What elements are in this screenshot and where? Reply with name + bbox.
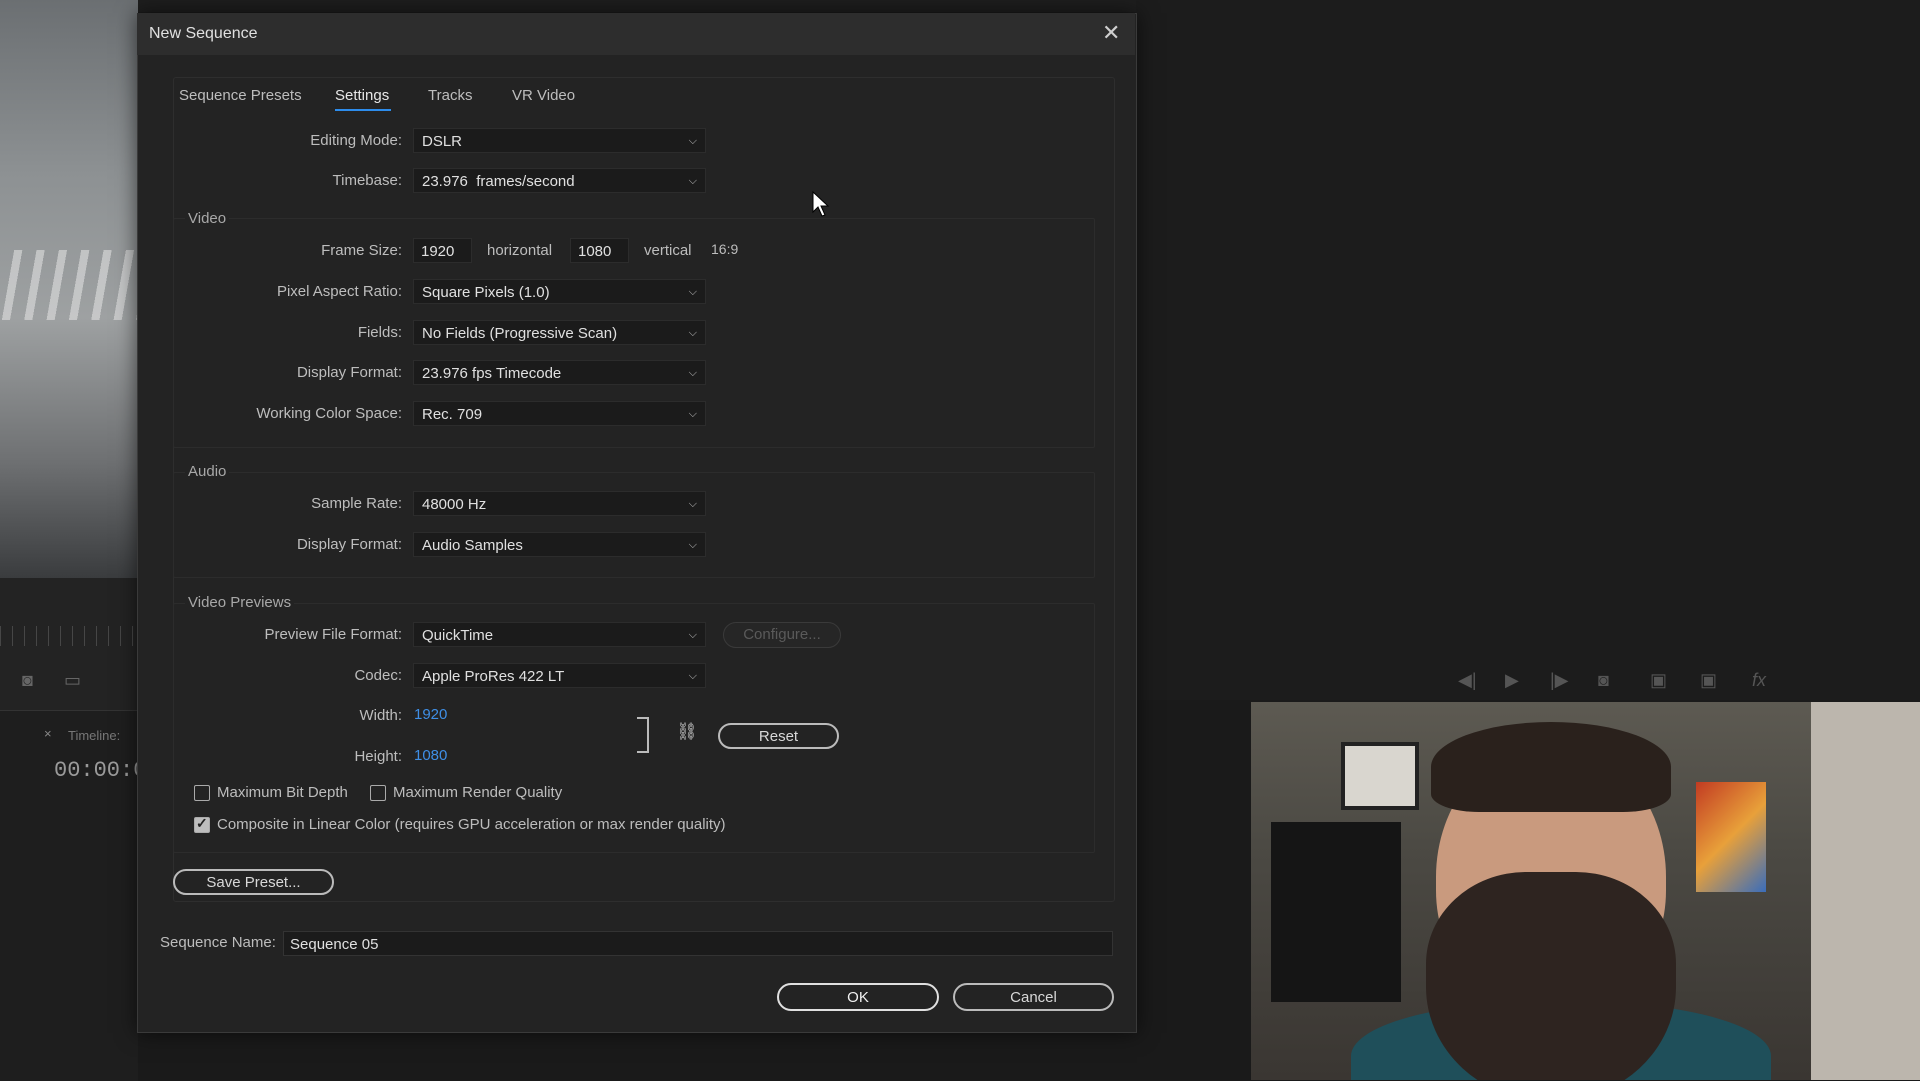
audio-display-format-label: Display Format:	[296, 536, 402, 553]
chevron-down-icon: ⌵	[688, 175, 697, 187]
pixel-aspect-label: Pixel Aspect Ratio:	[276, 283, 402, 300]
webcam-overlay	[1251, 702, 1920, 1080]
fx-icon[interactable]: fx	[1752, 670, 1766, 691]
preview-width-value[interactable]: 1920	[414, 706, 447, 723]
sample-rate-dropdown[interactable]: 48000 Hz ⌵	[413, 491, 706, 516]
tab-vr-video[interactable]: VR Video	[512, 87, 575, 104]
editing-mode-dropdown[interactable]: DSLR ⌵	[413, 128, 706, 153]
program-camera-icon[interactable]: ◙	[1598, 670, 1609, 691]
preview-format-label: Preview File Format:	[264, 626, 402, 643]
max-render-quality-label: Maximum Render Quality	[393, 784, 563, 801]
chevron-down-icon: ⌵	[688, 135, 697, 147]
source-monitor-video	[0, 0, 138, 578]
close-icon[interactable]: ✕	[1102, 20, 1120, 46]
editing-mode-label: Editing Mode:	[310, 132, 402, 149]
codec-dropdown[interactable]: Apple ProRes 422 LT ⌵	[413, 663, 706, 688]
step-forward-icon[interactable]: |▶	[1550, 670, 1569, 691]
cancel-button[interactable]: Cancel	[953, 983, 1114, 1011]
audio-group	[173, 472, 1095, 578]
link-bracket-icon	[637, 717, 649, 753]
tab-sequence-presets[interactable]: Sequence Presets	[179, 87, 302, 104]
play-icon[interactable]: ▶	[1505, 670, 1519, 691]
chevron-down-icon: ⌵	[688, 539, 697, 551]
timebase-dropdown[interactable]: 23.976 frames/second ⌵	[413, 168, 706, 193]
preview-height-label: Height:	[354, 748, 402, 765]
preview-format-dropdown[interactable]: QuickTime ⌵	[413, 622, 706, 647]
ok-button[interactable]: OK	[777, 983, 939, 1011]
max-bit-depth-checkbox[interactable]	[194, 785, 210, 801]
color-space-label: Working Color Space:	[256, 405, 402, 422]
chevron-down-icon: ⌵	[688, 670, 697, 682]
chevron-down-icon: ⌵	[688, 498, 697, 510]
fields-dropdown[interactable]: No Fields (Progressive Scan) ⌵	[413, 320, 706, 345]
color-space-dropdown[interactable]: Rec. 709 ⌵	[413, 401, 706, 426]
chevron-down-icon: ⌵	[688, 327, 697, 339]
export-frame-icon[interactable]: ▭	[64, 670, 81, 691]
max-render-quality-checkbox[interactable]	[370, 785, 386, 801]
configure-button[interactable]: Configure...	[723, 622, 841, 648]
pixel-aspect-dropdown[interactable]: Square Pixels (1.0) ⌵	[413, 279, 706, 304]
vertical-label: vertical	[644, 242, 692, 259]
video-previews-group-title: Video Previews	[185, 594, 295, 611]
active-tab-indicator	[335, 109, 391, 111]
dialog-titlebar[interactable]	[137, 13, 1135, 55]
tab-settings[interactable]: Settings	[335, 87, 389, 104]
chevron-down-icon: ⌵	[688, 629, 697, 641]
video-display-format-label: Display Format:	[296, 364, 402, 381]
chain-link-icon[interactable]: ⛓	[676, 722, 698, 742]
aspect-ratio-text: 16:9	[711, 241, 739, 257]
frame-size-label: Frame Size:	[321, 242, 402, 259]
codec-label: Codec:	[354, 667, 402, 684]
step-back-icon[interactable]: ◀|	[1458, 670, 1477, 691]
sequence-name-label: Sequence Name:	[160, 934, 276, 951]
tab-tracks[interactable]: Tracks	[428, 87, 472, 104]
dialog-title: New Sequence	[149, 25, 258, 42]
frame-height-field[interactable]: 1080	[570, 238, 629, 263]
sequence-name-input[interactable]: Sequence 05	[283, 931, 1113, 956]
audio-group-title: Audio	[185, 463, 230, 480]
audio-display-format-dropdown[interactable]: Audio Samples ⌵	[413, 532, 706, 557]
max-bit-depth-label: Maximum Bit Depth	[217, 784, 348, 801]
fields-label: Fields:	[357, 324, 402, 341]
timebase-label: Timebase:	[332, 172, 402, 189]
sample-rate-label: Sample Rate:	[311, 495, 402, 512]
preview-height-value[interactable]: 1080	[414, 747, 447, 764]
composite-linear-label: Composite in Linear Color (requires GPU …	[217, 816, 726, 833]
timeline-tab[interactable]: Timeline:	[68, 728, 120, 743]
reset-button[interactable]: Reset	[718, 723, 839, 749]
mouse-cursor-icon	[812, 191, 830, 217]
timeline-close-icon[interactable]: ×	[44, 726, 52, 741]
lift-icon[interactable]: ▣	[1650, 670, 1667, 691]
video-group-title: Video	[185, 210, 230, 227]
video-display-format-dropdown[interactable]: 23.976 fps Timecode ⌵	[413, 360, 706, 385]
horizontal-label: horizontal	[487, 242, 553, 259]
program-monitor-area	[1136, 0, 1920, 700]
extract-icon[interactable]: ▣	[1700, 670, 1717, 691]
chevron-down-icon: ⌵	[688, 367, 697, 379]
chevron-down-icon: ⌵	[688, 286, 697, 298]
chevron-down-icon: ⌵	[688, 408, 697, 420]
frame-width-field[interactable]: 1920	[413, 238, 472, 263]
save-preset-button[interactable]: Save Preset...	[173, 869, 334, 895]
preview-width-label: Width:	[359, 707, 402, 724]
time-ruler	[0, 626, 138, 646]
composite-linear-checkbox[interactable]	[194, 815, 210, 833]
camera-icon[interactable]: ◙	[22, 670, 33, 691]
